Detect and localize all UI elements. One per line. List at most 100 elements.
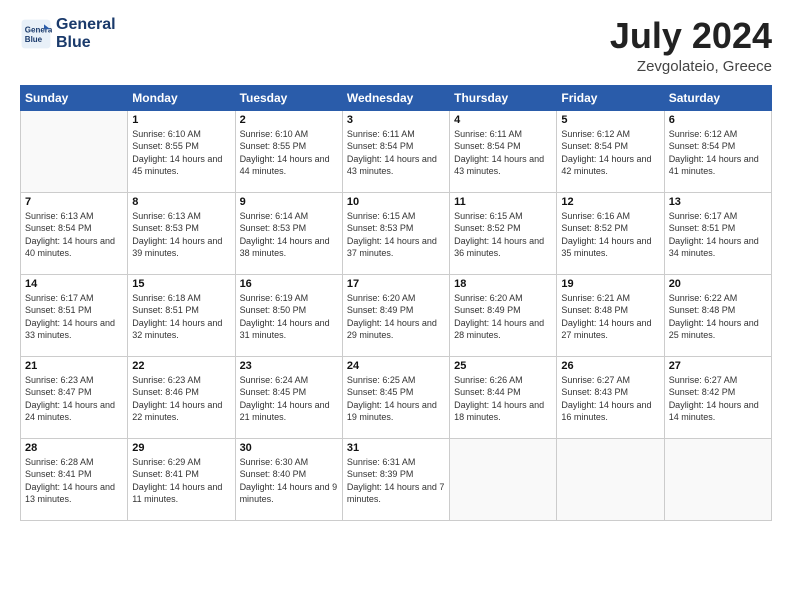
- day-info: Sunrise: 6:11 AMSunset: 8:54 PMDaylight:…: [454, 128, 552, 178]
- day-info: Sunrise: 6:26 AMSunset: 8:44 PMDaylight:…: [454, 374, 552, 424]
- day-cell: 26 Sunrise: 6:27 AMSunset: 8:43 PMDaylig…: [557, 356, 664, 438]
- day-cell: 9 Sunrise: 6:14 AMSunset: 8:53 PMDayligh…: [235, 192, 342, 274]
- day-cell: 18 Sunrise: 6:20 AMSunset: 8:49 PMDaylig…: [450, 274, 557, 356]
- day-cell: 31 Sunrise: 6:31 AMSunset: 8:39 PMDaylig…: [342, 438, 449, 520]
- day-cell: 3 Sunrise: 6:11 AMSunset: 8:54 PMDayligh…: [342, 110, 449, 192]
- day-cell: 24 Sunrise: 6:25 AMSunset: 8:45 PMDaylig…: [342, 356, 449, 438]
- day-info: Sunrise: 6:15 AMSunset: 8:52 PMDaylight:…: [454, 210, 552, 260]
- location: Zevgolateio, Greece: [610, 58, 772, 75]
- day-cell: 27 Sunrise: 6:27 AMSunset: 8:42 PMDaylig…: [664, 356, 771, 438]
- day-number: 24: [347, 360, 445, 372]
- day-info: Sunrise: 6:28 AMSunset: 8:41 PMDaylight:…: [25, 456, 123, 506]
- day-info: Sunrise: 6:23 AMSunset: 8:46 PMDaylight:…: [132, 374, 230, 424]
- day-info: Sunrise: 6:27 AMSunset: 8:43 PMDaylight:…: [561, 374, 659, 424]
- header: General Blue General Blue July 2024 Zevg…: [20, 16, 772, 75]
- day-number: 13: [669, 196, 767, 208]
- day-cell: 6 Sunrise: 6:12 AMSunset: 8:54 PMDayligh…: [664, 110, 771, 192]
- day-cell: 25 Sunrise: 6:26 AMSunset: 8:44 PMDaylig…: [450, 356, 557, 438]
- day-number: 14: [25, 278, 123, 290]
- day-cell: [450, 438, 557, 520]
- col-tuesday: Tuesday: [235, 85, 342, 110]
- day-number: 27: [669, 360, 767, 372]
- day-number: 12: [561, 196, 659, 208]
- day-cell: 30 Sunrise: 6:30 AMSunset: 8:40 PMDaylig…: [235, 438, 342, 520]
- day-cell: [21, 110, 128, 192]
- week-row-5: 28 Sunrise: 6:28 AMSunset: 8:41 PMDaylig…: [21, 438, 772, 520]
- day-number: 10: [347, 196, 445, 208]
- day-cell: 11 Sunrise: 6:15 AMSunset: 8:52 PMDaylig…: [450, 192, 557, 274]
- day-info: Sunrise: 6:20 AMSunset: 8:49 PMDaylight:…: [347, 292, 445, 342]
- day-cell: 22 Sunrise: 6:23 AMSunset: 8:46 PMDaylig…: [128, 356, 235, 438]
- day-info: Sunrise: 6:21 AMSunset: 8:48 PMDaylight:…: [561, 292, 659, 342]
- svg-text:General: General: [25, 25, 52, 34]
- day-number: 18: [454, 278, 552, 290]
- week-row-3: 14 Sunrise: 6:17 AMSunset: 8:51 PMDaylig…: [21, 274, 772, 356]
- calendar-table: Sunday Monday Tuesday Wednesday Thursday…: [20, 85, 772, 521]
- day-cell: 15 Sunrise: 6:18 AMSunset: 8:51 PMDaylig…: [128, 274, 235, 356]
- week-row-2: 7 Sunrise: 6:13 AMSunset: 8:54 PMDayligh…: [21, 192, 772, 274]
- day-number: 31: [347, 442, 445, 454]
- day-cell: 7 Sunrise: 6:13 AMSunset: 8:54 PMDayligh…: [21, 192, 128, 274]
- page: General Blue General Blue July 2024 Zevg…: [0, 0, 792, 612]
- day-number: 16: [240, 278, 338, 290]
- day-cell: 4 Sunrise: 6:11 AMSunset: 8:54 PMDayligh…: [450, 110, 557, 192]
- day-cell: 16 Sunrise: 6:19 AMSunset: 8:50 PMDaylig…: [235, 274, 342, 356]
- day-number: 19: [561, 278, 659, 290]
- day-number: 3: [347, 114, 445, 126]
- day-cell: 1 Sunrise: 6:10 AMSunset: 8:55 PMDayligh…: [128, 110, 235, 192]
- day-info: Sunrise: 6:13 AMSunset: 8:54 PMDaylight:…: [25, 210, 123, 260]
- day-cell: 20 Sunrise: 6:22 AMSunset: 8:48 PMDaylig…: [664, 274, 771, 356]
- header-row: Sunday Monday Tuesday Wednesday Thursday…: [21, 85, 772, 110]
- day-info: Sunrise: 6:12 AMSunset: 8:54 PMDaylight:…: [561, 128, 659, 178]
- day-info: Sunrise: 6:24 AMSunset: 8:45 PMDaylight:…: [240, 374, 338, 424]
- day-info: Sunrise: 6:19 AMSunset: 8:50 PMDaylight:…: [240, 292, 338, 342]
- day-info: Sunrise: 6:11 AMSunset: 8:54 PMDaylight:…: [347, 128, 445, 178]
- col-wednesday: Wednesday: [342, 85, 449, 110]
- day-info: Sunrise: 6:15 AMSunset: 8:53 PMDaylight:…: [347, 210, 445, 260]
- day-cell: 21 Sunrise: 6:23 AMSunset: 8:47 PMDaylig…: [21, 356, 128, 438]
- day-cell: [664, 438, 771, 520]
- day-cell: 23 Sunrise: 6:24 AMSunset: 8:45 PMDaylig…: [235, 356, 342, 438]
- day-info: Sunrise: 6:16 AMSunset: 8:52 PMDaylight:…: [561, 210, 659, 260]
- day-number: 22: [132, 360, 230, 372]
- week-row-4: 21 Sunrise: 6:23 AMSunset: 8:47 PMDaylig…: [21, 356, 772, 438]
- day-info: Sunrise: 6:25 AMSunset: 8:45 PMDaylight:…: [347, 374, 445, 424]
- day-number: 25: [454, 360, 552, 372]
- day-info: Sunrise: 6:17 AMSunset: 8:51 PMDaylight:…: [25, 292, 123, 342]
- week-row-1: 1 Sunrise: 6:10 AMSunset: 8:55 PMDayligh…: [21, 110, 772, 192]
- day-info: Sunrise: 6:10 AMSunset: 8:55 PMDaylight:…: [240, 128, 338, 178]
- day-info: Sunrise: 6:14 AMSunset: 8:53 PMDaylight:…: [240, 210, 338, 260]
- day-cell: 12 Sunrise: 6:16 AMSunset: 8:52 PMDaylig…: [557, 192, 664, 274]
- day-number: 28: [25, 442, 123, 454]
- day-number: 20: [669, 278, 767, 290]
- day-cell: 29 Sunrise: 6:29 AMSunset: 8:41 PMDaylig…: [128, 438, 235, 520]
- day-number: 6: [669, 114, 767, 126]
- day-cell: 13 Sunrise: 6:17 AMSunset: 8:51 PMDaylig…: [664, 192, 771, 274]
- day-number: 21: [25, 360, 123, 372]
- day-number: 29: [132, 442, 230, 454]
- title-area: July 2024 Zevgolateio, Greece: [610, 16, 772, 75]
- day-info: Sunrise: 6:27 AMSunset: 8:42 PMDaylight:…: [669, 374, 767, 424]
- day-number: 11: [454, 196, 552, 208]
- day-info: Sunrise: 6:29 AMSunset: 8:41 PMDaylight:…: [132, 456, 230, 506]
- day-number: 30: [240, 442, 338, 454]
- col-saturday: Saturday: [664, 85, 771, 110]
- day-info: Sunrise: 6:13 AMSunset: 8:53 PMDaylight:…: [132, 210, 230, 260]
- day-info: Sunrise: 6:12 AMSunset: 8:54 PMDaylight:…: [669, 128, 767, 178]
- day-number: 15: [132, 278, 230, 290]
- day-number: 26: [561, 360, 659, 372]
- day-cell: [557, 438, 664, 520]
- col-monday: Monday: [128, 85, 235, 110]
- day-info: Sunrise: 6:17 AMSunset: 8:51 PMDaylight:…: [669, 210, 767, 260]
- logo-icon: General Blue: [20, 18, 52, 50]
- day-info: Sunrise: 6:18 AMSunset: 8:51 PMDaylight:…: [132, 292, 230, 342]
- day-info: Sunrise: 6:23 AMSunset: 8:47 PMDaylight:…: [25, 374, 123, 424]
- logo-text: General Blue: [56, 16, 116, 51]
- day-cell: 2 Sunrise: 6:10 AMSunset: 8:55 PMDayligh…: [235, 110, 342, 192]
- day-info: Sunrise: 6:22 AMSunset: 8:48 PMDaylight:…: [669, 292, 767, 342]
- month-title: July 2024: [610, 16, 772, 56]
- day-number: 5: [561, 114, 659, 126]
- day-cell: 14 Sunrise: 6:17 AMSunset: 8:51 PMDaylig…: [21, 274, 128, 356]
- day-number: 17: [347, 278, 445, 290]
- day-cell: 8 Sunrise: 6:13 AMSunset: 8:53 PMDayligh…: [128, 192, 235, 274]
